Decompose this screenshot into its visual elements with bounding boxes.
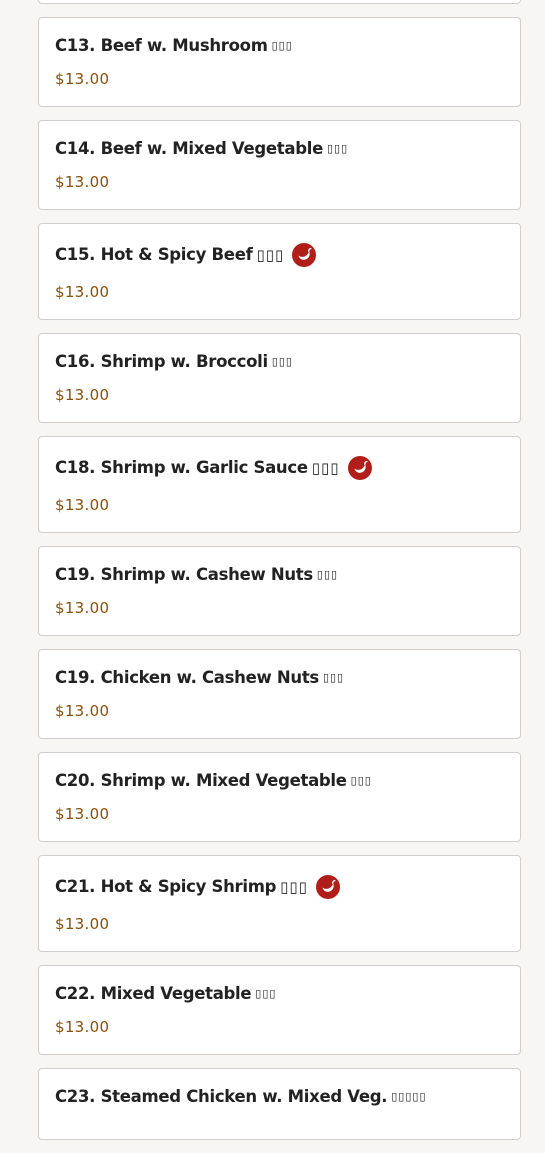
menu-item-price: $13.00 bbox=[55, 805, 110, 823]
menu-item-price: $13.00 bbox=[55, 283, 110, 301]
menu-item-card-partial[interactable] bbox=[38, 0, 521, 4]
menu-item-price: $13.00 bbox=[55, 386, 110, 404]
menu-item-name: C21. Hot & Spicy Shrimp bbox=[55, 877, 277, 896]
menu-item-title-row: C16. Shrimp w. Broccoli ▯▯▯ bbox=[55, 350, 504, 372]
menu-item-card[interactable]: C16. Shrimp w. Broccoli ▯▯▯ $13.00 bbox=[38, 333, 521, 423]
menu-item-chinese-name: ▯▯▯ bbox=[271, 38, 293, 52]
menu-item-chinese-name: ▯▯▯ bbox=[256, 245, 285, 264]
menu-item-price: $13.00 bbox=[55, 915, 110, 933]
menu-item-list: C13. Beef w. Mushroom ▯▯▯ $13.00 C14. Be… bbox=[38, 0, 521, 1153]
menu-item-chinese-name: ▯▯▯ bbox=[280, 877, 308, 896]
menu-item-price: $13.00 bbox=[55, 496, 110, 514]
menu-item-chinese-name: ▯▯▯ bbox=[255, 986, 277, 1000]
menu-item-card[interactable]: C14. Beef w. Mixed Vegetable ▯▯▯ $13.00 bbox=[38, 120, 521, 210]
menu-item-title-row: C15. Hot & Spicy Beef ▯▯▯ bbox=[55, 240, 504, 269]
menu-item-chinese-name: ▯▯▯ bbox=[316, 567, 339, 581]
menu-item-card[interactable]: C20. Shrimp w. Mixed Vegetable ▯▯▯ $13.0… bbox=[38, 752, 521, 842]
menu-item-title-row: C18. Shrimp w. Garlic Sauce ▯▯▯ bbox=[55, 453, 504, 482]
menu-item-card[interactable]: C13. Beef w. Mushroom ▯▯▯ $13.00 bbox=[38, 17, 521, 107]
menu-item-title-row: C13. Beef w. Mushroom ▯▯▯ bbox=[55, 34, 504, 56]
chili-pepper-icon bbox=[347, 455, 372, 480]
menu-item-card[interactable]: C19. Shrimp w. Cashew Nuts ▯▯▯ $13.00 bbox=[38, 546, 521, 636]
menu-item-name: C16. Shrimp w. Broccoli bbox=[55, 351, 268, 371]
menu-item-price: $13.00 bbox=[55, 173, 110, 191]
menu-item-name: C13. Beef w. Mushroom bbox=[55, 35, 268, 55]
menu-item-name: C18. Shrimp w. Garlic Sauce bbox=[55, 458, 308, 477]
menu-item-chinese-name: ▯▯▯ bbox=[326, 141, 349, 155]
menu-item-chinese-name: ▯▯▯▯▯ bbox=[391, 1089, 427, 1103]
menu-item-chinese-name: ▯▯▯ bbox=[350, 773, 372, 787]
menu-item-name: C22. Mixed Vegetable bbox=[55, 983, 252, 1003]
menu-item-chinese-name: ▯▯▯ bbox=[271, 354, 293, 368]
menu-item-title-row: C20. Shrimp w. Mixed Vegetable ▯▯▯ bbox=[55, 769, 504, 791]
chili-pepper-icon bbox=[315, 874, 340, 899]
menu-item-price: $13.00 bbox=[55, 599, 110, 617]
menu-item-title-row: C19. Chicken w. Cashew Nuts ▯▯▯ bbox=[55, 666, 504, 688]
menu-item-card[interactable]: C21. Hot & Spicy Shrimp ▯▯▯ $13.00 bbox=[38, 855, 521, 952]
menu-item-title-row: C19. Shrimp w. Cashew Nuts ▯▯▯ bbox=[55, 563, 504, 585]
menu-item-title-row: C23. Steamed Chicken w. Mixed Veg. ▯▯▯▯▯ bbox=[55, 1085, 504, 1107]
menu-item-card[interactable]: C18. Shrimp w. Garlic Sauce ▯▯▯ $13.00 bbox=[38, 436, 521, 533]
menu-item-name: C14. Beef w. Mixed Vegetable bbox=[55, 138, 323, 158]
menu-item-name: C23. Steamed Chicken w. Mixed Veg. bbox=[55, 1086, 388, 1106]
menu-item-card[interactable]: C19. Chicken w. Cashew Nuts ▯▯▯ $13.00 bbox=[38, 649, 521, 739]
menu-item-price: $13.00 bbox=[55, 1018, 110, 1036]
menu-item-name: C20. Shrimp w. Mixed Vegetable bbox=[55, 770, 347, 790]
menu-item-title-row: C14. Beef w. Mixed Vegetable ▯▯▯ bbox=[55, 137, 504, 159]
menu-item-chinese-name: ▯▯▯ bbox=[311, 458, 340, 477]
menu-item-name: C15. Hot & Spicy Beef bbox=[55, 245, 253, 264]
menu-item-title-row: C21. Hot & Spicy Shrimp ▯▯▯ bbox=[55, 872, 504, 901]
chili-pepper-icon bbox=[292, 242, 317, 267]
menu-item-card[interactable]: C15. Hot & Spicy Beef ▯▯▯ $13.00 bbox=[38, 223, 521, 320]
menu-item-name: C19. Chicken w. Cashew Nuts bbox=[55, 667, 319, 687]
menu-item-price: $13.00 bbox=[55, 70, 110, 88]
menu-item-chinese-name: ▯▯▯ bbox=[322, 670, 345, 684]
menu-item-price: $13.00 bbox=[55, 702, 110, 720]
menu-item-title-row: C22. Mixed Vegetable ▯▯▯ bbox=[55, 982, 504, 1004]
menu-item-name: C19. Shrimp w. Cashew Nuts bbox=[55, 564, 313, 584]
menu-item-card[interactable]: C22. Mixed Vegetable ▯▯▯ $13.00 bbox=[38, 965, 521, 1055]
menu-item-card[interactable]: C23. Steamed Chicken w. Mixed Veg. ▯▯▯▯▯ bbox=[38, 1068, 521, 1140]
